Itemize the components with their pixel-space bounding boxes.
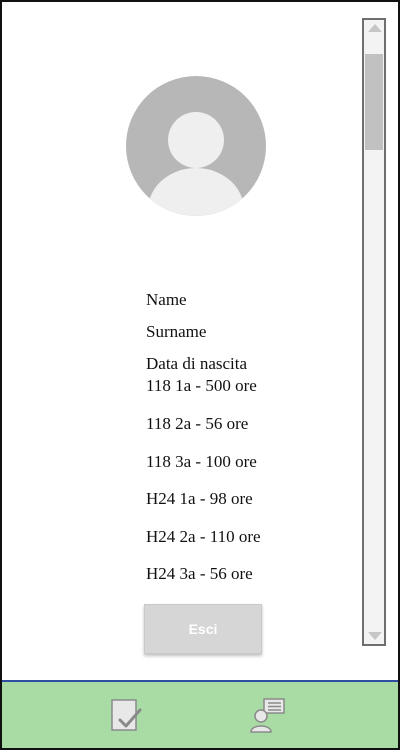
hours-item: 118 2a - 56 ore bbox=[146, 414, 249, 433]
scroll-down-icon[interactable] bbox=[368, 632, 382, 640]
scroll-up-icon[interactable] bbox=[368, 24, 382, 32]
hours-item: H24 1a - 98 ore bbox=[146, 489, 253, 508]
hours-item: H24 3a - 56 ore bbox=[146, 564, 253, 583]
checklist-icon[interactable] bbox=[106, 696, 146, 736]
avatar-head bbox=[168, 112, 224, 168]
hours-item: 118 3a - 100 ore bbox=[146, 452, 257, 471]
hours-item: H24 2a - 110 ore bbox=[146, 527, 261, 546]
app-frame: Name Surname Data di nascita 118 1a - 50… bbox=[0, 0, 400, 750]
hours-item: 118 1a - 500 ore bbox=[146, 376, 257, 395]
profile-birth-date: Data di nascita bbox=[146, 354, 248, 373]
profile-surname: Surname bbox=[146, 322, 207, 341]
scrollbar-thumb[interactable] bbox=[365, 54, 383, 150]
vertical-scrollbar[interactable] bbox=[362, 18, 386, 646]
bottom-nav-bar bbox=[2, 680, 398, 748]
avatar-shoulders bbox=[148, 168, 244, 216]
profile-content: Name Surname Data di nascita 118 1a - 50… bbox=[2, 2, 360, 680]
user-avatar-icon bbox=[126, 76, 266, 216]
profile-name: Name bbox=[146, 290, 187, 309]
exit-button[interactable]: Esci bbox=[144, 604, 262, 654]
user-list-icon[interactable] bbox=[248, 696, 288, 736]
